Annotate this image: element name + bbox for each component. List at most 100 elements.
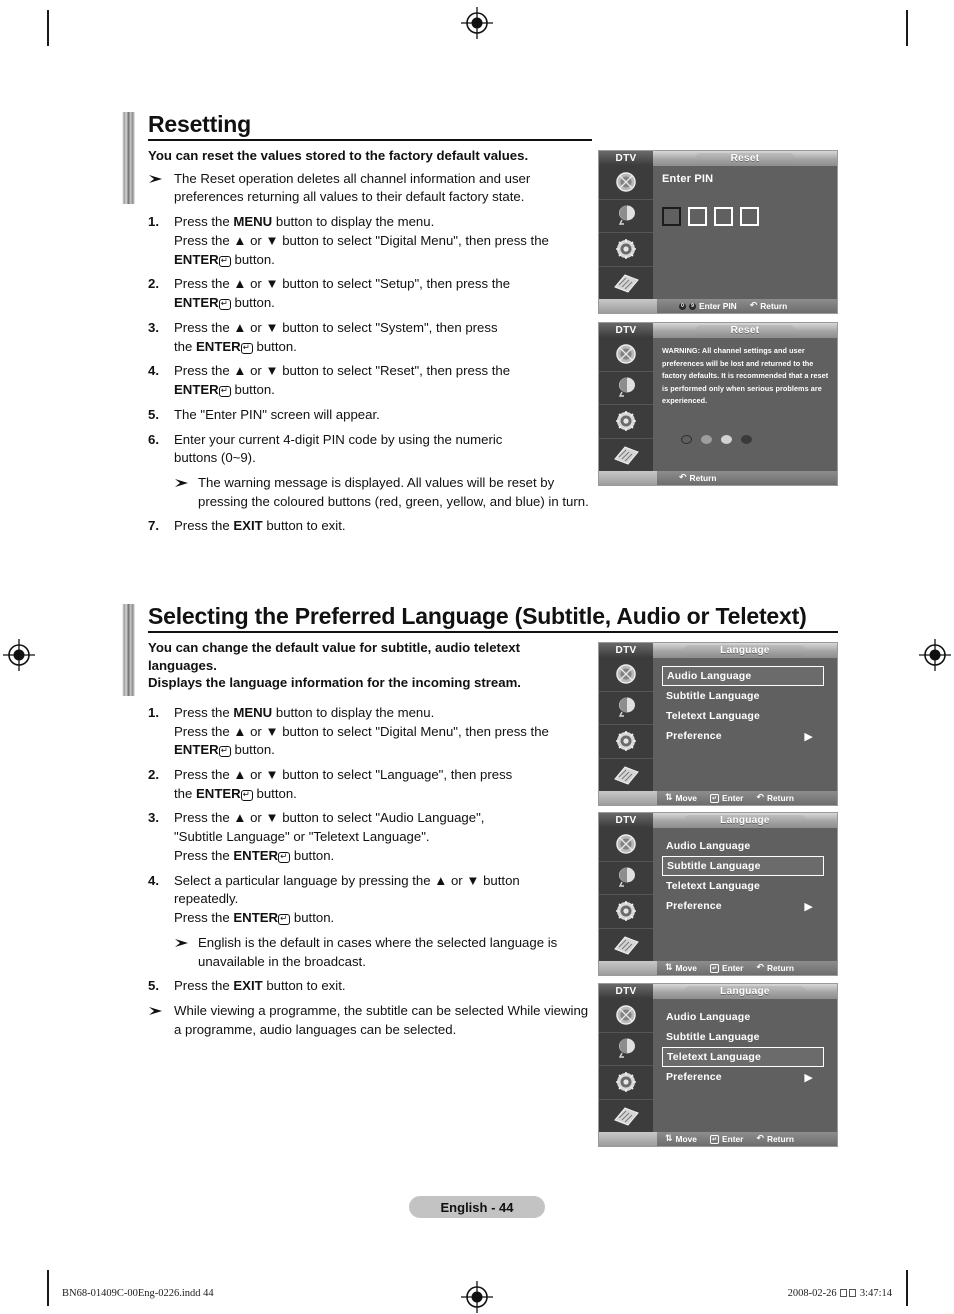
- osd-source-label: DTV: [599, 984, 653, 999]
- step-number: 1.: [148, 214, 159, 230]
- menu-item-subtitle-language[interactable]: Subtitle Language: [662, 856, 824, 876]
- step-text: The "Enter PIN" screen will appear.: [174, 406, 380, 422]
- step-number: 6.: [148, 431, 159, 447]
- osd-content-menu: Audio Language Subtitle Language Teletex…: [654, 658, 837, 791]
- note-arrow-icon: [174, 934, 198, 971]
- crop-mark-top-right: [906, 10, 908, 46]
- menu-item-subtitle-language[interactable]: Subtitle Language: [662, 1027, 829, 1047]
- hint-return: ↶ Return: [756, 963, 794, 973]
- osd-top-bar: DTV Language: [599, 813, 837, 828]
- osd-title-container: Language: [653, 644, 837, 657]
- setup-gear-icon[interactable]: [599, 405, 653, 439]
- osd-title-container: Reset: [653, 152, 837, 165]
- osd-hints: ⇅ Move ↵ Enter ↶ Return: [657, 961, 837, 975]
- step6-note-text: The warning message is displayed. All va…: [198, 474, 589, 509]
- up-down-arrow-icon: ⇅: [665, 793, 673, 803]
- channel-icon[interactable]: [599, 658, 653, 692]
- satellite-dish-icon[interactable]: [599, 200, 653, 233]
- print-filename: BN68-01409C-00Eng-0226.indd 44: [62, 1288, 214, 1299]
- setup-gear-icon[interactable]: [599, 1066, 653, 1100]
- hint-return: ↶ Return: [679, 473, 717, 483]
- manual-book-icon[interactable]: [599, 929, 653, 962]
- return-arrow-icon: ↶: [756, 793, 764, 803]
- setup-gear-icon[interactable]: [599, 233, 653, 267]
- channel-icon[interactable]: [599, 166, 653, 200]
- satellite-dish-icon[interactable]: [599, 862, 653, 895]
- manual-book-icon[interactable]: [599, 439, 653, 472]
- up-down-arrow-icon: ⇅: [665, 1134, 673, 1144]
- enter-key-icon: ↵: [709, 963, 719, 973]
- manual-book-icon[interactable]: [599, 1100, 653, 1133]
- channel-icon[interactable]: [599, 338, 653, 372]
- step-number: 3.: [148, 810, 159, 826]
- osd-content-menu: Audio Language Subtitle Language Teletex…: [654, 999, 837, 1132]
- pin-input-row[interactable]: [662, 207, 829, 226]
- channel-icon[interactable]: [599, 828, 653, 862]
- osd-title: Language: [684, 644, 806, 657]
- menu-item-teletext-language[interactable]: Teletext Language: [662, 1047, 824, 1067]
- satellite-dish-icon[interactable]: [599, 692, 653, 725]
- menu-item-audio-language[interactable]: Audio Language: [662, 1007, 829, 1027]
- hint-label: Enter: [722, 963, 744, 973]
- chevron-right-icon: ▶: [804, 1070, 813, 1084]
- hint-enter: ↵ Enter: [709, 963, 744, 973]
- step-item: 4. Press the ▲ or ▼ button to select "Re…: [148, 362, 592, 399]
- manual-book-icon[interactable]: [599, 267, 653, 300]
- final-note-text: While viewing a programme, the subtitle …: [174, 1003, 589, 1037]
- osd-source-label: DTV: [599, 323, 653, 338]
- step-text: Press the EXIT button to exit.: [174, 978, 346, 994]
- up-down-arrow-icon: ⇅: [665, 963, 673, 973]
- blue-button-icon[interactable]: [741, 434, 752, 444]
- osd-title-container: Language: [653, 985, 837, 998]
- pin-box[interactable]: [662, 207, 681, 226]
- osd-hints: 09 Enter PIN ↶ Return: [657, 299, 837, 313]
- step-item: 1. Press the MENU button to display the …: [148, 213, 592, 269]
- chevron-right-icon: ▶: [804, 899, 813, 913]
- print-date: 2008-02-26: [787, 1288, 837, 1299]
- menu-item-preference[interactable]: Preference ▶: [662, 726, 829, 746]
- menu-item-audio-language[interactable]: Audio Language: [662, 666, 824, 686]
- menu-item-subtitle-language[interactable]: Subtitle Language: [662, 686, 829, 706]
- pin-box[interactable]: [740, 207, 759, 226]
- hint-label: Return: [766, 963, 794, 973]
- language-menu-list: Audio Language Subtitle Language Teletex…: [662, 836, 829, 916]
- colour-button-row: [662, 434, 829, 444]
- menu-item-audio-language[interactable]: Audio Language: [662, 836, 829, 856]
- channel-icon[interactable]: [599, 999, 653, 1033]
- intro-note: The Reset operation deletes all channel …: [148, 170, 592, 207]
- setup-gear-icon[interactable]: [599, 725, 653, 759]
- step-text: Press the ▲ or ▼ button to select "Langu…: [174, 766, 513, 801]
- menu-item-preference[interactable]: Preference ▶: [662, 1067, 829, 1087]
- step-text: Press the MENU button to display the men…: [174, 214, 549, 267]
- menu-item-teletext-language[interactable]: Teletext Language: [662, 876, 829, 896]
- setup-gear-icon[interactable]: [599, 895, 653, 929]
- note-arrow-icon: [148, 170, 174, 207]
- section-resetting: Resetting You can reset the values store…: [122, 112, 592, 542]
- osd-source-label: DTV: [599, 643, 653, 658]
- red-button-icon[interactable]: [681, 434, 692, 444]
- pin-box[interactable]: [714, 207, 733, 226]
- glyph-box-icon: [849, 1289, 857, 1297]
- hint-label: Return: [766, 793, 794, 803]
- warning-text: WARNING: All channel settings and user p…: [662, 346, 829, 406]
- step-number: 7.: [148, 518, 159, 534]
- hint-enter-pin: 09 Enter PIN: [679, 301, 737, 311]
- satellite-dish-icon[interactable]: [599, 372, 653, 405]
- osd-top-bar: DTV Reset: [599, 151, 837, 166]
- menu-item-label: Audio Language: [666, 1011, 751, 1023]
- intro-note-text: The Reset operation deletes all channel …: [174, 170, 531, 205]
- crop-mark-bottom-right: [906, 1270, 908, 1306]
- step-number: 3.: [148, 319, 159, 335]
- manual-book-icon[interactable]: [599, 759, 653, 792]
- osd-sidebar: [599, 166, 653, 299]
- yellow-button-icon[interactable]: [721, 434, 732, 444]
- satellite-dish-icon[interactable]: [599, 1033, 653, 1066]
- menu-item-preference[interactable]: Preference ▶: [662, 896, 829, 916]
- hint-label: Return: [689, 473, 717, 483]
- menu-item-teletext-language[interactable]: Teletext Language: [662, 706, 829, 726]
- green-button-icon[interactable]: [701, 434, 712, 444]
- steps-resetting: The Reset operation deletes all channel …: [122, 170, 592, 536]
- pin-box[interactable]: [688, 207, 707, 226]
- print-time: 3:47:14: [859, 1288, 892, 1299]
- hint-enter: ↵ Enter: [709, 1134, 743, 1144]
